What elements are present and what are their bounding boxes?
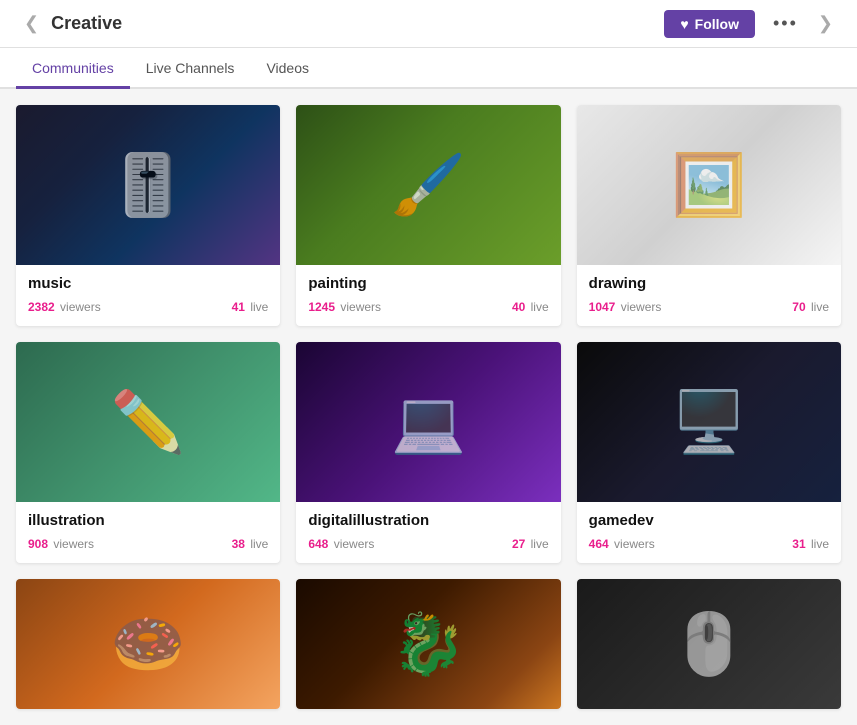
live-drawing: 70 live [792, 300, 829, 314]
forward-arrow-icon[interactable]: ❯ [810, 9, 841, 38]
live-painting: 40 live [512, 300, 549, 314]
card-body-digitalillustration: digitalillustration 648 viewers 27 live [296, 502, 560, 563]
card-painting[interactable]: painting 1245 viewers 40 live [296, 105, 560, 326]
more-options-button[interactable]: ••• [765, 9, 806, 38]
page-title: Creative [51, 13, 664, 34]
card-illustration[interactable]: illustration 908 viewers 38 live [16, 342, 280, 563]
card-image-painting [296, 105, 560, 265]
card-image-fantasy [296, 579, 560, 709]
card-stats-painting: 1245 viewers 40 live [308, 300, 548, 314]
live-gamedev: 31 live [792, 537, 829, 551]
tabs-bar: Communities Live Channels Videos [0, 48, 857, 89]
tab-live-channels[interactable]: Live Channels [130, 48, 251, 89]
card-drawing[interactable]: drawing 1047 viewers 70 live [577, 105, 841, 326]
card-body-illustration: illustration 908 viewers 38 live [16, 502, 280, 563]
card-music[interactable]: music 2382 viewers 41 live [16, 105, 280, 326]
card-stats-illustration: 908 viewers 38 live [28, 537, 268, 551]
card-image-gamedev [577, 342, 841, 502]
viewers-drawing: 1047 viewers [589, 300, 662, 314]
tab-videos[interactable]: Videos [250, 48, 325, 89]
follow-button[interactable]: ♥ Follow [664, 10, 755, 38]
card-image-drawing [577, 105, 841, 265]
card-title-painting: painting [308, 275, 548, 292]
heart-icon: ♥ [680, 16, 688, 32]
card-cursor[interactable] [577, 579, 841, 709]
card-food[interactable] [16, 579, 280, 709]
card-fantasy[interactable] [296, 579, 560, 709]
back-arrow-icon[interactable]: ❮ [16, 9, 47, 38]
card-title-illustration: illustration [28, 512, 268, 529]
header: ❮ Creative ♥ Follow ••• ❯ [0, 0, 857, 48]
live-music: 41 live [232, 300, 269, 314]
viewers-digitalillustration: 648 viewers [308, 537, 374, 551]
card-image-music [16, 105, 280, 265]
card-body-gamedev: gamedev 464 viewers 31 live [577, 502, 841, 563]
communities-grid: music 2382 viewers 41 live painting 1245… [0, 89, 857, 725]
card-gamedev[interactable]: gamedev 464 viewers 31 live [577, 342, 841, 563]
card-digitalillustration[interactable]: digitalillustration 648 viewers 27 live [296, 342, 560, 563]
viewers-painting: 1245 viewers [308, 300, 381, 314]
live-illustration: 38 live [232, 537, 269, 551]
card-body-music: music 2382 viewers 41 live [16, 265, 280, 326]
card-stats-drawing: 1047 viewers 70 live [589, 300, 829, 314]
card-stats-digitalillustration: 648 viewers 27 live [308, 537, 548, 551]
card-title-music: music [28, 275, 268, 292]
card-image-digitalillustration [296, 342, 560, 502]
live-digitalillustration: 27 live [512, 537, 549, 551]
card-image-food [16, 579, 280, 709]
card-stats-music: 2382 viewers 41 live [28, 300, 268, 314]
viewers-music: 2382 viewers [28, 300, 101, 314]
card-image-cursor [577, 579, 841, 709]
card-body-painting: painting 1245 viewers 40 live [296, 265, 560, 326]
card-body-drawing: drawing 1047 viewers 70 live [577, 265, 841, 326]
tab-communities[interactable]: Communities [16, 48, 130, 89]
viewers-gamedev: 464 viewers [589, 537, 655, 551]
card-stats-gamedev: 464 viewers 31 live [589, 537, 829, 551]
card-title-drawing: drawing [589, 275, 829, 292]
viewers-illustration: 908 viewers [28, 537, 94, 551]
card-image-illustration [16, 342, 280, 502]
follow-label: Follow [695, 16, 739, 32]
card-title-digitalillustration: digitalillustration [308, 512, 548, 529]
card-title-gamedev: gamedev [589, 512, 829, 529]
